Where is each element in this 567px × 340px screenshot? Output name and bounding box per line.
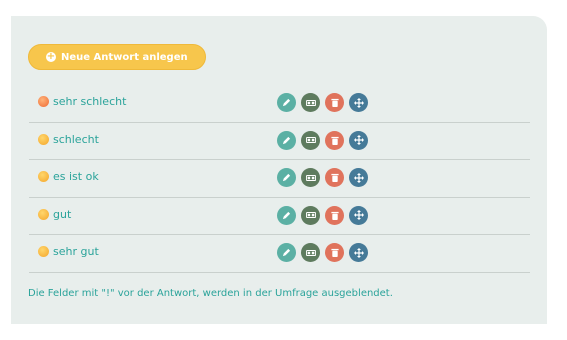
move-arrows-icon — [353, 210, 364, 221]
answer-label: sehr gut — [53, 245, 99, 259]
move-button[interactable] — [349, 168, 368, 188]
toggle-icon — [305, 249, 316, 256]
edit-button[interactable] — [277, 93, 296, 112]
answer-label-container: schlecht — [38, 133, 99, 146]
answer-actions — [277, 205, 368, 225]
edit-button[interactable] — [277, 130, 296, 150]
move-button[interactable] — [349, 130, 368, 150]
answer-row: sehr schlecht — [29, 85, 530, 123]
delete-button[interactable] — [325, 168, 344, 188]
answer-label: sehr schlecht — [53, 95, 127, 108]
move-arrows-icon — [353, 172, 364, 183]
answer-row: es ist ok — [29, 160, 530, 198]
toggle-icon — [305, 99, 316, 106]
answers-panel: + Neue Antwort anlegen sehr schlecht sch… — [11, 16, 547, 324]
pencil-icon — [282, 249, 291, 257]
move-arrows-icon — [353, 97, 364, 108]
move-button[interactable] — [349, 243, 368, 263]
edit-button[interactable] — [277, 168, 296, 188]
trash-icon — [330, 174, 339, 183]
answer-label: schlecht — [53, 132, 99, 146]
delete-button[interactable] — [325, 93, 344, 112]
trash-icon — [330, 98, 339, 107]
answer-actions — [277, 93, 368, 112]
move-button[interactable] — [349, 205, 368, 225]
answer-row: schlecht — [29, 123, 530, 161]
pencil-icon — [282, 136, 291, 144]
smiling-face-icon — [38, 246, 49, 258]
pencil-icon — [282, 98, 291, 107]
toggle-icon — [305, 137, 316, 144]
delete-button[interactable] — [325, 205, 344, 225]
answer-label: es ist ok — [53, 170, 99, 184]
answer-list: sehr schlecht schlecht es ist ok gut seh… — [29, 85, 530, 273]
answer-actions — [277, 168, 368, 188]
toggle-visibility-button[interactable] — [301, 205, 320, 225]
new-answer-label: Neue Antwort anlegen — [61, 51, 188, 63]
toggle-icon — [305, 174, 316, 181]
answer-row: sehr gut — [29, 235, 530, 273]
toggle-visibility-button[interactable] — [301, 168, 320, 188]
trash-icon — [330, 249, 339, 258]
move-button[interactable] — [349, 93, 368, 112]
answer-label-container: es ist ok — [38, 170, 99, 183]
answer-label-container: sehr schlecht — [38, 95, 126, 108]
disappointed-face-icon — [38, 133, 49, 145]
angry-face-icon — [38, 96, 49, 107]
pencil-icon — [282, 174, 291, 182]
edit-button[interactable] — [277, 243, 296, 263]
answer-label: gut — [53, 207, 72, 221]
move-arrows-icon — [353, 247, 364, 258]
slight-smile-face-icon — [38, 208, 49, 220]
answer-actions — [277, 130, 368, 150]
toggle-visibility-button[interactable] — [301, 243, 320, 263]
move-arrows-icon — [353, 135, 364, 146]
delete-button[interactable] — [325, 243, 344, 263]
toggle-visibility-button[interactable] — [301, 130, 320, 150]
edit-button[interactable] — [277, 205, 296, 225]
answer-actions — [277, 243, 368, 263]
trash-icon — [330, 211, 339, 220]
new-answer-button[interactable]: + Neue Antwort anlegen — [28, 44, 206, 70]
plus-circle-icon: + — [46, 51, 56, 62]
toggle-visibility-button[interactable] — [301, 93, 320, 112]
toggle-icon — [305, 212, 316, 219]
neutral-face-icon — [38, 171, 49, 183]
trash-icon — [330, 136, 339, 145]
pencil-icon — [282, 211, 291, 219]
answer-label-container: gut — [38, 208, 71, 221]
answer-label-container: sehr gut — [38, 245, 99, 258]
answer-row: gut — [29, 198, 530, 236]
hidden-answers-note: Die Felder mit "!" vor der Antwort, werd… — [28, 288, 393, 299]
delete-button[interactable] — [325, 130, 344, 150]
